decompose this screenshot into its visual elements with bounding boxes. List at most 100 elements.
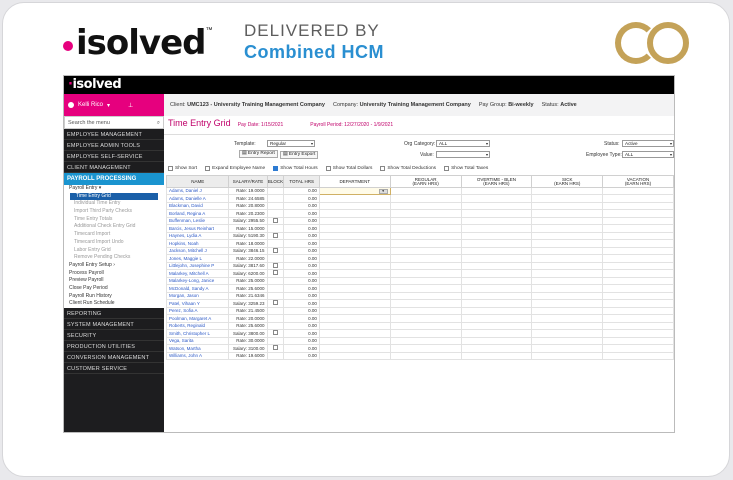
nav-client-run-schedule[interactable]: Client Run Schedule — [64, 300, 164, 308]
regular-hrs-cell[interactable] — [389, 321, 462, 331]
regular-hrs-cell[interactable] — [389, 336, 462, 346]
regular-hrs-cell[interactable] — [389, 209, 462, 218]
sick-hrs-cell[interactable] — [531, 216, 604, 226]
nav-sub-item[interactable]: Remove Pending Checks — [64, 254, 164, 262]
department-cell[interactable] — [318, 239, 391, 248]
nav-sub-item[interactable]: Additional Check Entry Grid — [64, 223, 164, 231]
sick-hrs-cell[interactable] — [531, 194, 604, 203]
sick-hrs-cell[interactable] — [531, 321, 604, 331]
expand-employee-name-checkbox[interactable]: Expand Employee Name — [205, 166, 265, 171]
department-cell[interactable] — [318, 246, 391, 256]
regular-hrs-cell[interactable] — [389, 231, 462, 241]
department-cell[interactable] — [318, 329, 391, 338]
nav-sub-item[interactable]: Time Entry Totals — [64, 216, 164, 224]
employee-name-link[interactable]: McDonald, Sandy A — [165, 284, 230, 293]
status-select[interactable]: Active ▾ — [622, 140, 674, 147]
nav-payroll-entry[interactable]: Payroll Entry ▾ — [64, 185, 164, 193]
block-checkbox[interactable] — [273, 270, 278, 276]
sick-hrs-cell[interactable] — [531, 329, 604, 338]
vacation-hrs-cell[interactable] — [602, 351, 674, 361]
employee-name-link[interactable]: Borland, Regina A — [165, 209, 230, 218]
col-header-vacation[interactable]: VACATION (EARN HRS) — [602, 175, 674, 188]
department-cell[interactable] — [318, 314, 391, 323]
regular-hrs-cell[interactable] — [389, 254, 462, 263]
employee-name-link[interactable]: Malarkey-Long, Janice — [165, 277, 230, 286]
block-checkbox[interactable] — [273, 248, 278, 253]
col-header-block[interactable]: BLOCK — [266, 175, 285, 188]
vacation-hrs-cell[interactable] — [602, 306, 674, 316]
col-header-overtime[interactable]: OVERTIME - BLEN (EARN HRS) — [460, 175, 533, 188]
vacation-hrs-cell[interactable] — [602, 269, 674, 279]
vacation-hrs-cell[interactable] — [602, 216, 674, 226]
nav-sub-item[interactable]: Individual Time Entry — [64, 200, 164, 208]
overtime-hrs-cell[interactable] — [460, 277, 533, 286]
regular-hrs-cell[interactable] — [389, 201, 462, 211]
nav-sub-item[interactable]: Timecard Import — [64, 231, 164, 239]
regular-hrs-cell[interactable] — [389, 299, 462, 308]
regular-hrs-cell[interactable] — [389, 306, 462, 316]
nav-customer-service[interactable]: CUSTOMER SERVICE — [64, 363, 164, 374]
vacation-hrs-cell[interactable] — [602, 201, 674, 211]
sick-hrs-cell[interactable] — [531, 209, 604, 218]
department-cell[interactable] — [318, 299, 391, 308]
sick-hrs-cell[interactable] — [531, 284, 604, 293]
employee-name-link[interactable]: Barcis, Jesus Reinhart — [165, 224, 230, 233]
sick-hrs-cell[interactable] — [531, 351, 604, 361]
department-cell[interactable] — [318, 231, 391, 241]
nav-preview-payroll[interactable]: Preview Payroll — [64, 277, 164, 285]
vacation-hrs-cell[interactable] — [602, 277, 674, 286]
overtime-hrs-cell[interactable] — [460, 284, 533, 293]
regular-hrs-cell[interactable] — [389, 344, 462, 353]
overtime-hrs-cell[interactable] — [460, 314, 533, 323]
department-cell[interactable] — [318, 291, 391, 301]
employee-name-link[interactable]: Buffenman, Leslie — [165, 216, 230, 226]
nav-payroll-processing[interactable]: PAYROLL PROCESSING — [64, 173, 164, 185]
vacation-hrs-cell[interactable] — [602, 291, 674, 301]
show-sort-checkbox[interactable]: Show Sort — [168, 166, 197, 171]
employee-name-link[interactable]: Jones, Maggie L — [165, 254, 230, 263]
user-menu[interactable]: Kelli Rico ▾ ⊥ — [64, 94, 164, 116]
employee-name-link[interactable]: Adams, Daniel J — [165, 186, 230, 196]
overtime-hrs-cell[interactable] — [460, 329, 533, 338]
overtime-hrs-cell[interactable] — [460, 201, 533, 211]
nav-conversion-management[interactable]: CONVERSION MANAGEMENT — [64, 352, 164, 363]
regular-hrs-cell[interactable] — [389, 216, 462, 226]
col-header-department[interactable]: DEPARTMENT — [318, 175, 391, 188]
regular-hrs-cell[interactable] — [389, 277, 462, 286]
employee-name-link[interactable]: Blackman, David — [165, 201, 230, 211]
overtime-hrs-cell[interactable] — [460, 306, 533, 316]
regular-hrs-cell[interactable] — [389, 239, 462, 248]
nav-reporting[interactable]: REPORTING — [64, 308, 164, 319]
employee-name-link[interactable]: Hopkins, Noah — [165, 239, 230, 248]
show-total-hours-checkbox[interactable]: Show Total Hours — [273, 166, 318, 171]
sick-hrs-cell[interactable] — [531, 201, 604, 211]
nav-system-management[interactable]: SYSTEM MANAGEMENT — [64, 319, 164, 330]
employee-name-link[interactable]: Jackson, Mitchell J — [165, 246, 230, 256]
department-cell[interactable] — [318, 284, 391, 293]
pin-icon[interactable]: ⊥ — [128, 102, 133, 109]
employee-name-link[interactable]: Adams, Danielle A — [165, 194, 230, 203]
department-cell[interactable] — [318, 201, 391, 211]
nav-process-payroll[interactable]: Process Payroll — [64, 270, 164, 278]
value-select[interactable]: ▾ — [436, 151, 490, 158]
sick-hrs-cell[interactable] — [531, 314, 604, 323]
col-header-salary-rate[interactable]: SALARY/RATE — [228, 175, 268, 188]
vacation-hrs-cell[interactable] — [602, 209, 674, 218]
regular-hrs-cell[interactable] — [389, 246, 462, 256]
col-header-total-hrs[interactable]: TOTAL HRS — [283, 175, 320, 188]
employee-name-link[interactable]: Smith, Christopher L — [165, 329, 230, 338]
sick-hrs-cell[interactable] — [531, 269, 604, 279]
overtime-hrs-cell[interactable] — [460, 231, 533, 241]
col-header-sick[interactable]: SICK (EARN HRS) — [531, 175, 604, 188]
employee-name-link[interactable]: Haynes, Lydia A — [165, 231, 230, 241]
regular-hrs-cell[interactable] — [389, 194, 462, 203]
block-checkbox[interactable] — [273, 263, 278, 268]
template-select[interactable]: Regular ▾ — [267, 140, 315, 147]
department-cell[interactable] — [318, 261, 391, 271]
col-header-regular[interactable]: REGULAR (EARN HRS) — [389, 175, 462, 188]
nav-client-management[interactable]: CLIENT MANAGEMENT — [64, 162, 164, 173]
block-checkbox[interactable] — [273, 345, 278, 351]
employee-name-link[interactable]: Roberts, Reginald — [165, 321, 230, 331]
employee-name-link[interactable]: Perez, Sofia A — [165, 306, 230, 316]
vacation-hrs-cell[interactable] — [602, 246, 674, 256]
